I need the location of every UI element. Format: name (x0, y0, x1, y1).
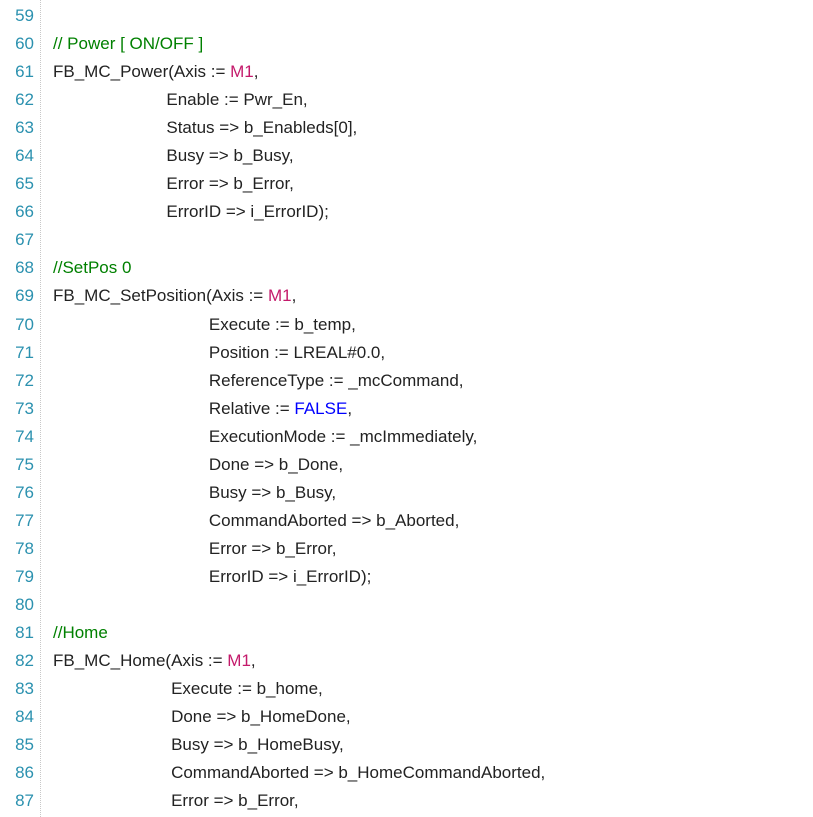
code-line[interactable]: Done => b_Done, (53, 451, 545, 479)
code-editor: 5960616263646566676869707172737475767778… (0, 0, 813, 817)
code-area[interactable]: // Power [ ON/OFF ] FB_MC_Power(Axis := M… (41, 0, 553, 817)
line-number: 84 (4, 703, 34, 731)
code-token: Enable := Pwr_En, (53, 90, 308, 109)
code-token: , (347, 399, 352, 418)
code-line[interactable]: Execute := b_temp, (53, 311, 545, 339)
line-number: 85 (4, 731, 34, 759)
code-token: Done => b_HomeDone, (53, 707, 351, 726)
line-number: 83 (4, 675, 34, 703)
line-number: 78 (4, 535, 34, 563)
code-line[interactable]: ErrorID => i_ErrorID); (53, 198, 545, 226)
line-number: 77 (4, 507, 34, 535)
code-token: Done => b_Done, (53, 455, 343, 474)
code-line[interactable]: FB_MC_SetPosition(Axis := M1, (53, 282, 545, 310)
code-line[interactable]: Busy => b_Busy, (53, 142, 545, 170)
code-token: M1 (227, 651, 251, 670)
line-number: 63 (4, 114, 34, 142)
code-line[interactable]: ExecutionMode := _mcImmediately, (53, 423, 545, 451)
line-number: 81 (4, 619, 34, 647)
line-number: 76 (4, 479, 34, 507)
code-line[interactable]: ErrorID => i_ErrorID); (53, 563, 545, 591)
line-number: 65 (4, 170, 34, 198)
code-line[interactable]: Relative := FALSE, (53, 395, 545, 423)
line-number: 73 (4, 395, 34, 423)
line-number-gutter: 5960616263646566676869707172737475767778… (0, 0, 41, 817)
code-line[interactable]: Execute := b_home, (53, 675, 545, 703)
line-number: 62 (4, 86, 34, 114)
code-token: Execute := b_home, (53, 679, 323, 698)
code-line[interactable]: //SetPos 0 (53, 254, 545, 282)
code-line[interactable]: Busy => b_Busy, (53, 479, 545, 507)
code-token: Busy => b_HomeBusy, (53, 735, 344, 754)
code-token: M1 (230, 62, 254, 81)
code-line[interactable] (53, 2, 545, 30)
code-line[interactable]: Done => b_HomeDone, (53, 703, 545, 731)
code-token: , (254, 62, 259, 81)
code-token: Busy => b_Busy, (53, 146, 294, 165)
line-number: 64 (4, 142, 34, 170)
code-line[interactable] (53, 226, 545, 254)
code-line[interactable]: Status => b_Enableds[0], (53, 114, 545, 142)
line-number: 71 (4, 339, 34, 367)
code-token: , (251, 651, 256, 670)
line-number: 86 (4, 759, 34, 787)
code-line[interactable]: Error => b_Error, (53, 535, 545, 563)
code-token: ErrorID => i_ErrorID); (53, 567, 371, 586)
code-token: FB_MC_Power(Axis := (53, 62, 230, 81)
code-token: ReferenceType := _mcCommand, (53, 371, 464, 390)
line-number: 69 (4, 282, 34, 310)
code-line[interactable]: CommandAborted => b_HomeCommandAborted, (53, 759, 545, 787)
code-token: // Power [ ON/OFF ] (53, 34, 203, 53)
code-token: Position := LREAL#0.0, (53, 343, 385, 362)
line-number: 72 (4, 367, 34, 395)
line-number: 70 (4, 311, 34, 339)
code-token: Error => b_Error, (53, 791, 299, 810)
code-token: CommandAborted => b_Aborted, (53, 511, 459, 530)
code-token: Execute := b_temp, (53, 315, 356, 334)
code-line[interactable]: ReferenceType := _mcCommand, (53, 367, 545, 395)
code-token: ErrorID => i_ErrorID); (53, 202, 329, 221)
line-number: 61 (4, 58, 34, 86)
code-token: FALSE (294, 399, 347, 418)
code-line[interactable]: // Power [ ON/OFF ] (53, 30, 545, 58)
line-number: 87 (4, 787, 34, 815)
code-token: M1 (268, 286, 292, 305)
code-token: , (292, 286, 297, 305)
code-token: CommandAborted => b_HomeCommandAborted, (53, 763, 545, 782)
code-line[interactable]: Error => b_Error, (53, 787, 545, 815)
line-number: 80 (4, 591, 34, 619)
code-line[interactable] (53, 591, 545, 619)
code-line[interactable]: CommandAborted => b_Aborted, (53, 507, 545, 535)
code-token: //Home (53, 623, 108, 642)
code-line[interactable]: Position := LREAL#0.0, (53, 339, 545, 367)
code-token: FB_MC_SetPosition(Axis := (53, 286, 268, 305)
code-token: Error => b_Error, (53, 539, 336, 558)
code-token: Busy => b_Busy, (53, 483, 336, 502)
code-line[interactable]: //Home (53, 619, 545, 647)
code-line[interactable]: Busy => b_HomeBusy, (53, 731, 545, 759)
code-token: //SetPos 0 (53, 258, 131, 277)
line-number: 68 (4, 254, 34, 282)
code-token: Relative := (53, 399, 294, 418)
code-token: ExecutionMode := _mcImmediately, (53, 427, 477, 446)
line-number: 75 (4, 451, 34, 479)
code-line[interactable]: FB_MC_Power(Axis := M1, (53, 58, 545, 86)
code-line[interactable]: Enable := Pwr_En, (53, 86, 545, 114)
code-token: Error => b_Error, (53, 174, 294, 193)
code-line[interactable]: Error => b_Error, (53, 170, 545, 198)
line-number: 74 (4, 423, 34, 451)
line-number: 82 (4, 647, 34, 675)
line-number: 67 (4, 226, 34, 254)
line-number: 60 (4, 30, 34, 58)
line-number: 79 (4, 563, 34, 591)
line-number: 66 (4, 198, 34, 226)
code-token: Status => b_Enableds[0], (53, 118, 357, 137)
code-line[interactable]: FB_MC_Home(Axis := M1, (53, 647, 545, 675)
line-number: 59 (4, 2, 34, 30)
code-token: FB_MC_Home(Axis := (53, 651, 227, 670)
